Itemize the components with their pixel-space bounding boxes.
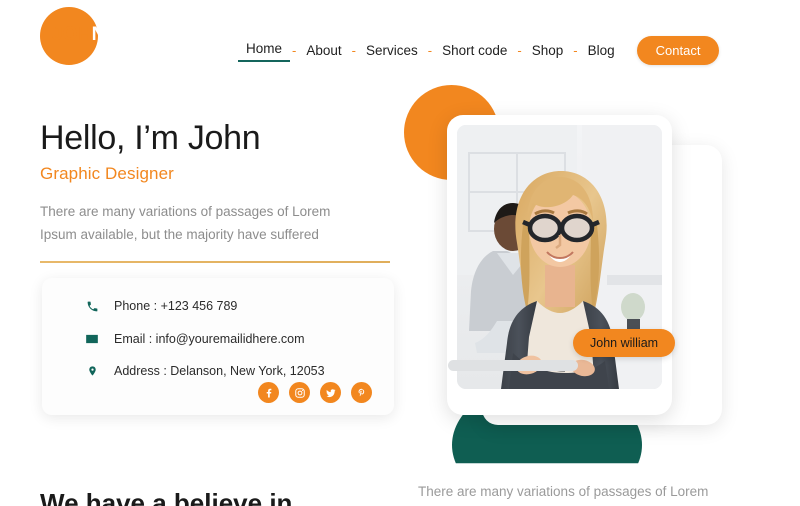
nav-item-about[interactable]: About (298, 42, 349, 59)
pinterest-icon[interactable] (351, 382, 372, 403)
nav-item-shop[interactable]: Shop (524, 42, 572, 59)
facebook-icon[interactable] (258, 382, 279, 403)
contact-row-email[interactable]: Email : info@youremailidhere.com (82, 332, 305, 346)
nav-separator: - (351, 43, 356, 58)
contact-phone-label: Phone : +123 456 789 (114, 299, 238, 313)
next-section-heading: We have a believe in (40, 488, 293, 506)
nav-item-home[interactable]: Home (238, 40, 291, 62)
contact-row-address[interactable]: Address : Delanson, New York, 12053 (82, 364, 325, 378)
instagram-icon[interactable] (289, 382, 310, 403)
twitter-icon[interactable] (320, 382, 341, 403)
contact-button[interactable]: Contact (636, 36, 720, 65)
nav-separator: - (427, 43, 433, 58)
contact-row-phone[interactable]: Phone : +123 456 789 (82, 299, 237, 313)
contact-address-label: Address : Delanson, New York, 12053 (114, 364, 325, 378)
hero-text-block: Hello, I’m John Graphic Designer There a… (40, 118, 440, 263)
hero-subtitle: Graphic Designer (40, 164, 174, 183)
nav-item-blog[interactable]: Blog (580, 42, 623, 59)
nav-separator: - (292, 43, 297, 58)
envelope-icon (82, 332, 102, 346)
contact-email-label: Email : info@youremailidhere.com (114, 332, 305, 346)
next-section-description: There are many variations of passages of… (418, 484, 709, 499)
logo-text-dark: JOH (52, 24, 92, 45)
nav-item-services[interactable]: Services (358, 42, 426, 59)
hero-visual-block: John william (390, 70, 800, 470)
nav-separator: - (517, 43, 522, 58)
nav-item-short-code[interactable]: Short code (434, 42, 515, 59)
nav-separator: - (573, 43, 578, 58)
hero-title: Hello, I’m John (40, 119, 261, 157)
hero-divider (40, 261, 390, 263)
name-badge[interactable]: John william (573, 329, 676, 357)
placeholder-bar (448, 360, 578, 371)
phone-icon (82, 300, 102, 313)
main-navigation: Home - About - Services - Short code - S… (238, 36, 720, 65)
site-header: JOHN WILLIAM Home - About - Services - S… (0, 0, 800, 78)
hero-description: There are many variations of passages of… (40, 204, 331, 242)
contact-info-card: Phone : +123 456 789 Email : info@yourem… (42, 278, 394, 415)
logo-text[interactable]: JOHN WILLIAM (52, 24, 194, 46)
social-links (258, 382, 372, 403)
logo-text-light: N WILLIAM (91, 24, 194, 45)
location-pin-icon (82, 364, 102, 378)
